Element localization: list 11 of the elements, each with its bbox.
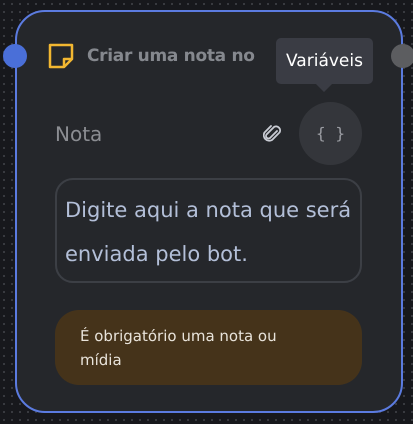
warning-message: É obrigatório uma nota ou mídia [55, 310, 362, 385]
input-handle[interactable] [3, 44, 27, 68]
note-node-card[interactable]: Criar uma nota no Variáveis Nota { } Digite aqui a nota que será enviada pelo bot. É obrigatório uma nota ou mídia [15, 10, 403, 413]
tooltip-arrow [316, 84, 332, 92]
field-label: Nota [55, 122, 104, 146]
variables-button[interactable]: { } [299, 102, 362, 165]
note-input-field[interactable]: Digite aqui a nota que será enviada pelo bot. [55, 178, 362, 283]
tooltip: Variáveis [276, 38, 373, 84]
paperclip-icon[interactable] [263, 124, 281, 144]
node-title: Criar uma nota no [87, 46, 255, 66]
sticky-note-icon [47, 42, 75, 70]
